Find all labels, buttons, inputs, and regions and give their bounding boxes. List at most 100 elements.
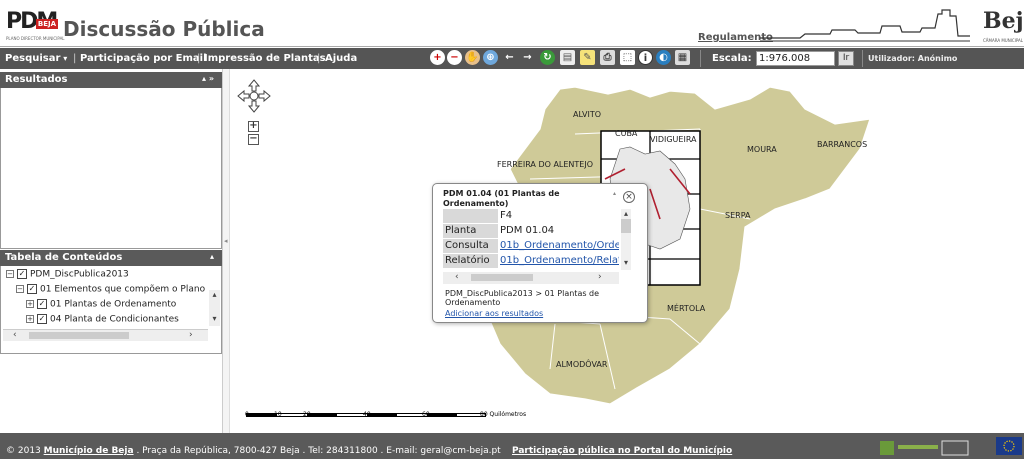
left-panel: Resultados ▴ » Tabela de Conteúdos ▴ − ✓ P… bbox=[0, 69, 222, 433]
popup-row: Relatório 01b_Ordenamento/Relat bbox=[443, 254, 619, 268]
zoom-in-button[interactable]: + bbox=[248, 121, 259, 132]
popup-breadcrumb: PDM_DiscPublica2013 > 01 Plantas de Orde… bbox=[445, 289, 600, 307]
select-icon[interactable]: ⬚ bbox=[620, 50, 635, 65]
toc-layer-item[interactable]: + ✓ 01 Plantas de Ordenamento bbox=[26, 299, 176, 313]
scale-tick: 0 bbox=[245, 411, 249, 418]
popup-row: F4 bbox=[443, 209, 619, 223]
toc-panel-header: Tabela de Conteúdos ▴ bbox=[0, 250, 222, 266]
forward-arrow-icon[interactable]: → bbox=[520, 50, 535, 65]
popup-relatorio-link[interactable]: 01b_Ordenamento/Relat bbox=[500, 254, 619, 268]
footer-text: © 2013 Município de Beja . Praça da Repú… bbox=[6, 446, 501, 456]
scale-tick: 80 Quilómetros bbox=[480, 411, 527, 418]
results-panel-controls[interactable]: ▴ » bbox=[202, 74, 214, 83]
info-icon[interactable]: i bbox=[638, 50, 653, 65]
popup-key: Relatório bbox=[443, 254, 498, 268]
refresh-icon[interactable]: ↻ bbox=[540, 50, 555, 65]
toc-hscrollbar[interactable]: ‹ › bbox=[3, 329, 208, 341]
region-label: MÉRTOLA bbox=[667, 304, 706, 313]
scale-tick: 40 bbox=[363, 411, 371, 418]
toc-vscrollbar[interactable]: ▴ ▾ bbox=[209, 290, 220, 326]
pan-hand-icon[interactable]: ✋ bbox=[465, 50, 480, 65]
popup-hscrollbar[interactable]: ‹ › bbox=[443, 272, 619, 284]
back-arrow-icon[interactable]: ← bbox=[502, 50, 517, 65]
toolbar-divider bbox=[862, 50, 863, 67]
pan-control-icon[interactable] bbox=[237, 79, 271, 113]
expand-icon[interactable]: + bbox=[26, 315, 34, 323]
menu-separator: | bbox=[317, 53, 321, 64]
pdm-logo: PDM BEJA PLANO DIRECTOR MUNICIPAL bbox=[6, 8, 65, 41]
popup-key: Consulta bbox=[443, 239, 498, 253]
eu-flag-icon bbox=[996, 437, 1022, 455]
popup-attribute-table: F4 Planta PDM 01.04 Consulta 01b_Ordenam… bbox=[443, 209, 619, 270]
popup-close-button[interactable]: × bbox=[623, 191, 635, 203]
popup-title: PDM 01.04 (01 Plantas de Ordenamento) bbox=[443, 189, 560, 208]
partner-logo-icon bbox=[880, 440, 969, 456]
pdm-logo-badge: BEJA bbox=[36, 19, 58, 29]
popup-value: PDM 01.04 bbox=[500, 225, 555, 236]
menu-ajuda[interactable]: Ajuda bbox=[325, 53, 357, 64]
popup-row: Consulta 01b_Ordenamento/Orde bbox=[443, 239, 619, 253]
checkbox-icon[interactable]: ✓ bbox=[37, 299, 47, 309]
menu-pesquisar[interactable]: Pesquisar bbox=[5, 53, 67, 64]
checkbox-icon[interactable]: ✓ bbox=[37, 314, 47, 324]
beja-city-logo-subtitle: CÂMARA MUNICIPAL bbox=[983, 38, 1023, 43]
collapse-icon[interactable]: − bbox=[16, 285, 24, 293]
results-panel-body bbox=[0, 88, 222, 249]
region-label: MOURA bbox=[747, 145, 777, 154]
popup-minimize-icon[interactable]: ▴ bbox=[613, 190, 616, 197]
popup-consulta-link[interactable]: 01b_Ordenamento/Orde bbox=[500, 239, 619, 253]
expand-icon[interactable]: + bbox=[26, 300, 34, 308]
main-toolbar: Pesquisar | Participação por Email | Imp… bbox=[0, 48, 1024, 69]
municipality-link[interactable]: Município de Beja bbox=[44, 446, 134, 456]
checkbox-icon[interactable]: ✓ bbox=[27, 284, 37, 294]
globe-icon[interactable]: ◐ bbox=[656, 50, 671, 65]
scale-go-button[interactable]: Ir bbox=[838, 51, 854, 66]
popup-vscrollbar[interactable]: ▴ ▾ bbox=[621, 209, 631, 270]
page-title: Discussão Pública bbox=[63, 17, 265, 41]
toc-collapse-icon[interactable]: ▴ bbox=[210, 252, 214, 261]
print-icon[interactable]: ⎙ bbox=[600, 50, 615, 65]
toc-group-item[interactable]: − ✓ 01 Elementos que compõem o Plano bbox=[16, 284, 205, 298]
pdm-logo-subtitle: PLANO DIRECTOR MUNICIPAL bbox=[6, 36, 65, 41]
toc-panel-body: − ✓ PDM_DiscPublica2013 − ✓ 01 Elementos que… bbox=[0, 266, 222, 354]
user-label: Utilizador: Anónimo bbox=[868, 54, 958, 63]
menu-participacao-email[interactable]: Participação por Email bbox=[80, 53, 207, 64]
zoom-out-button[interactable]: − bbox=[248, 134, 259, 145]
region-label: VIDIGUEIRA bbox=[650, 135, 697, 144]
identify-popup: PDM 01.04 (01 Plantas de Ordenamento) ▴ … bbox=[432, 183, 648, 323]
scale-label: Escala: bbox=[712, 53, 752, 64]
zoom-in-icon[interactable]: + bbox=[430, 50, 445, 65]
checkbox-icon[interactable]: ✓ bbox=[17, 269, 27, 279]
popup-key bbox=[443, 209, 498, 223]
menu-impressao-plantas[interactable]: Impressão de Plantas bbox=[204, 53, 326, 64]
portal-link[interactable]: Participação pública no Portal do Municí… bbox=[512, 446, 732, 456]
toc-root-item[interactable]: − ✓ PDM_DiscPublica2013 bbox=[6, 269, 129, 283]
app-header: PDM BEJA PLANO DIRECTOR MUNICIPAL Discus… bbox=[0, 0, 1024, 47]
bookmark-icon[interactable]: ▤ bbox=[560, 50, 575, 65]
region-label: FERREIRA DO ALENTEJO bbox=[497, 160, 594, 169]
region-label: BARRANCOS bbox=[817, 140, 868, 149]
region-label: SERPA bbox=[725, 211, 751, 220]
scale-input[interactable] bbox=[756, 51, 835, 66]
popup-key: Planta bbox=[443, 224, 498, 238]
toc-layer-item[interactable]: + ✓ 04 Planta de Condicionantes bbox=[26, 314, 179, 328]
city-skyline-icon bbox=[760, 9, 970, 42]
results-panel-title: Resultados bbox=[5, 74, 68, 85]
scale-tick: 10 bbox=[274, 411, 282, 418]
region-label: ALMODÔVAR bbox=[556, 360, 608, 369]
footer: © 2013 Município de Beja . Praça da Repú… bbox=[0, 433, 1024, 459]
full-extent-icon[interactable]: ⊕ bbox=[483, 50, 498, 65]
scale-tick: 60 bbox=[422, 411, 430, 418]
toolbox-icon[interactable]: ▦ bbox=[675, 50, 690, 65]
menu-separator: | bbox=[197, 53, 201, 64]
toc-panel-title: Tabela de Conteúdos bbox=[5, 252, 123, 263]
collapse-icon[interactable]: − bbox=[6, 270, 14, 278]
popup-value: F4 bbox=[500, 210, 513, 221]
panel-splitter[interactable]: ◂ bbox=[222, 69, 230, 433]
measure-icon[interactable]: ✎ bbox=[580, 50, 595, 65]
add-to-results-link[interactable]: Adicionar aos resultados bbox=[445, 309, 543, 318]
menu-separator: | bbox=[73, 53, 77, 64]
results-panel-header: Resultados ▴ » bbox=[0, 72, 222, 88]
zoom-out-icon[interactable]: − bbox=[447, 50, 462, 65]
popup-row: Planta PDM 01.04 bbox=[443, 224, 619, 238]
